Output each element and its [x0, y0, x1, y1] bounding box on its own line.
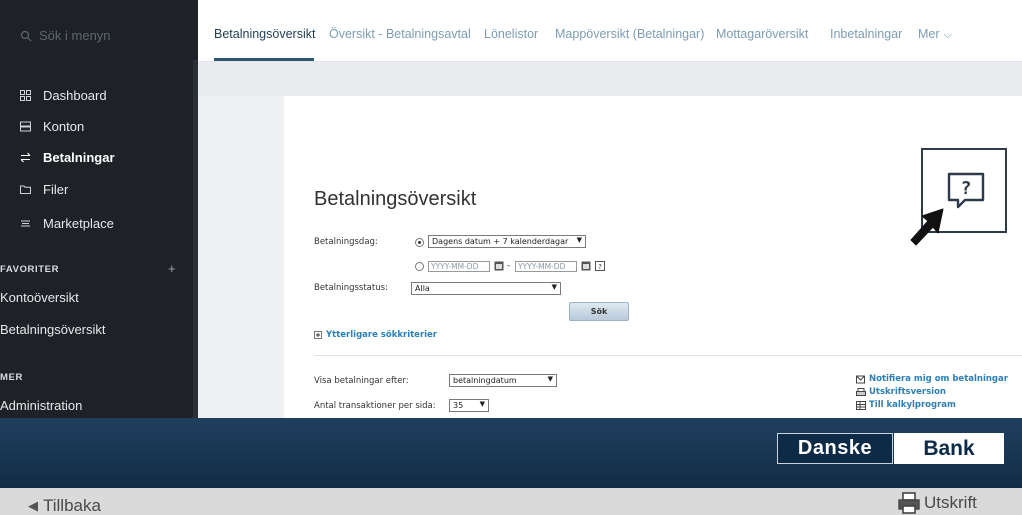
active-tab-indicator: [214, 58, 314, 61]
section-divider: [314, 355, 1022, 356]
per-page-label: Antal transaktioner per sida:: [314, 401, 436, 411]
sidebar: Sök i menyn Dashboard Konton Betalningar…: [0, 0, 198, 418]
sidebar-search[interactable]: Sök i menyn: [20, 28, 111, 43]
chevron-down-icon: ⌵: [943, 29, 952, 41]
tab-mer-label: Mer: [918, 27, 940, 41]
more-criteria-label: Ytterligare sökkriterier: [326, 330, 438, 340]
brand-logo-danske: Danske: [777, 433, 893, 464]
print-version-link[interactable]: Utskriftsversion: [856, 387, 946, 397]
back-button-label: Tillbaka: [43, 496, 101, 515]
notify-link-label: Notifiera mig om betalningar: [869, 374, 1008, 384]
transfer-arrows-icon: [20, 152, 31, 163]
spreadsheet-link-label: Till kalkylprogram: [869, 400, 956, 410]
sidebar-item-marketplace[interactable]: Marketplace: [20, 216, 114, 231]
chevron-down-icon: ▼: [576, 236, 582, 244]
print-button[interactable]: Utskrift: [898, 492, 977, 514]
favorite-link-kontooversikt[interactable]: Kontoöversikt: [0, 290, 79, 305]
more-heading: MER: [0, 372, 23, 383]
chevron-down-icon: ▼: [547, 375, 553, 383]
help-question-icon: ?: [947, 172, 985, 209]
notify-icon: [856, 375, 865, 383]
per-page-select[interactable]: 35 ▼: [449, 399, 489, 412]
favorites-heading: FAVORITER: [0, 264, 60, 275]
chevron-down-icon: ▼: [551, 283, 557, 291]
per-page-select-value: 35: [453, 401, 464, 410]
add-favorite-button[interactable]: +: [168, 261, 176, 276]
search-icon: [20, 30, 32, 41]
more-link-administration[interactable]: Administration: [0, 398, 82, 413]
printer-icon: [898, 492, 920, 514]
sidebar-item-label: Marketplace: [43, 216, 114, 231]
status-label: Betalningsstatus:: [314, 283, 388, 293]
tab-lonelistor[interactable]: Lönelistor: [484, 27, 538, 41]
top-tab-bar: Betalningsöversikt Översikt - Betalnings…: [198, 0, 1022, 62]
more-criteria-toggle[interactable]: Ytterligare sökkriterier: [314, 330, 437, 340]
favorite-link-betalningsoversikt[interactable]: Betalningsöversikt: [0, 322, 106, 337]
chevron-left-icon: ◀: [28, 498, 38, 513]
app-root: Sök i menyn Dashboard Konton Betalningar…: [0, 0, 1022, 515]
sidebar-item-konton[interactable]: Konton: [20, 119, 84, 134]
sidebar-item-filer[interactable]: Filer: [20, 182, 68, 197]
sidebar-item-label: Konton: [43, 119, 85, 134]
spreadsheet-link[interactable]: Till kalkylprogram: [856, 400, 956, 410]
payment-day-radio-preset[interactable]: [415, 238, 424, 247]
content-header-strip: [198, 62, 1022, 96]
sidebar-item-label: Dashboard: [43, 88, 107, 103]
notify-link[interactable]: Notifiera mig om betalningar: [856, 374, 1008, 384]
dashboard-grid-icon: [20, 90, 31, 101]
show-after-select[interactable]: betalningdatum ▼: [449, 374, 557, 387]
mouse-pointer-icon: [910, 208, 944, 246]
payment-day-label: Betalningsdag:: [314, 237, 378, 247]
calendar-icon[interactable]: [494, 261, 504, 271]
sidebar-item-label: Filer: [43, 182, 69, 197]
payment-day-radio-range[interactable]: [415, 262, 424, 271]
payment-day-select[interactable]: Dagens datum + 7 kalenderdagar ▼: [428, 235, 586, 248]
tab-mappoversikt[interactable]: Mappöversikt (Betalningar): [555, 27, 704, 41]
status-select-value: Alla: [415, 284, 430, 293]
tab-oversikt-betalningsavtal[interactable]: Översikt - Betalningsavtal: [329, 27, 471, 41]
main-content: Betalningsöversikt Betalningsdag: Dagens…: [284, 96, 1022, 418]
date-to-input[interactable]: YYYY-MM-DD: [515, 261, 577, 272]
expand-plus-icon: [314, 331, 322, 339]
tab-betalningsoversikt[interactable]: Betalningsöversikt: [214, 27, 315, 41]
folder-icon: [20, 185, 31, 194]
content-gutter: [198, 96, 284, 418]
search-button[interactable]: Sök: [569, 302, 629, 321]
payment-day-select-value: Dagens datum + 7 kalenderdagar: [432, 237, 569, 246]
printer-icon: [856, 387, 866, 396]
brand-logo-bank: Bank: [894, 433, 1004, 464]
date-from-input[interactable]: YYYY-MM-DD: [428, 261, 490, 272]
calendar-icon[interactable]: [581, 261, 591, 271]
marketplace-icon: [21, 220, 30, 227]
page-title: Betalningsöversikt: [314, 188, 477, 210]
status-select[interactable]: Alla ▼: [411, 282, 561, 295]
tab-mer[interactable]: Mer ⌵: [918, 27, 952, 42]
sidebar-item-label: Betalningar: [43, 150, 115, 165]
spreadsheet-icon: [856, 400, 866, 410]
show-after-select-value: betalningdatum: [453, 376, 517, 385]
accounts-icon: [20, 121, 31, 132]
show-after-label: Visa betalningar efter:: [314, 376, 409, 386]
svg-text:?: ?: [961, 178, 972, 199]
back-button[interactable]: ◀ Tillbaka: [28, 496, 101, 515]
sidebar-item-betalningar[interactable]: Betalningar: [20, 150, 115, 165]
print-button-label: Utskrift: [924, 493, 977, 512]
chevron-down-icon: ▼: [479, 400, 485, 408]
tab-mottagaroversikt[interactable]: Mottagaröversikt: [716, 27, 808, 41]
search-input[interactable]: Sök i menyn: [39, 28, 111, 43]
date-separator: -: [507, 261, 511, 271]
tab-inbetalningar[interactable]: Inbetalningar: [830, 27, 902, 41]
bottom-bar: [0, 488, 1022, 515]
sidebar-item-dashboard[interactable]: Dashboard: [20, 88, 107, 103]
help-small-icon[interactable]: ?: [595, 261, 605, 271]
print-version-label: Utskriftsversion: [869, 387, 946, 397]
svg-text:?: ?: [598, 263, 602, 271]
